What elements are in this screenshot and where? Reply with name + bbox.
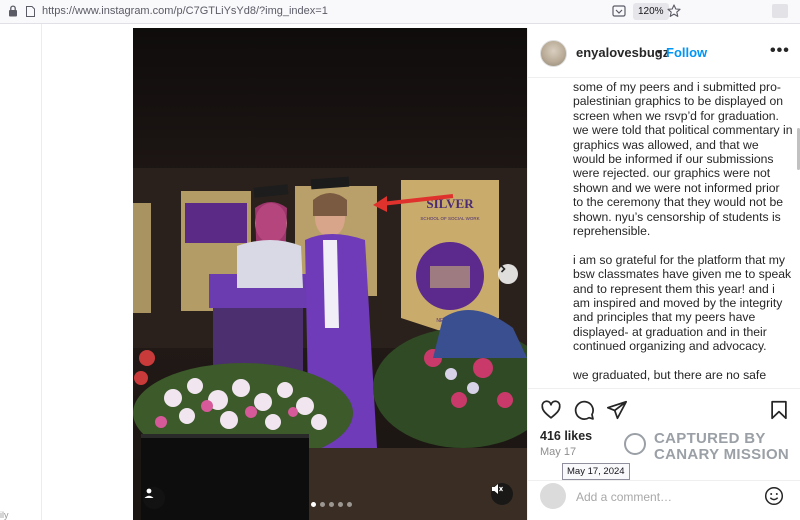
extension-icon[interactable]	[772, 4, 788, 18]
username-link[interactable]: enyalovesbugz	[576, 45, 669, 60]
watermark-line-1: CAPTURED BY	[654, 430, 766, 447]
canary-mission-watermark: CAPTURED BY CANARY MISSION	[624, 428, 794, 468]
slide-dot	[320, 502, 325, 507]
post-photo[interactable]: SILVER SCHOOL OF SOCIAL WORK NEW YORK	[133, 28, 527, 520]
slide-dot	[311, 502, 316, 507]
caption-paragraph: we graduated, but there are no safe	[573, 368, 767, 383]
edge-text: ily	[0, 510, 9, 520]
likes-count[interactable]: 416 likes	[540, 429, 592, 443]
banner-subtitle: SCHOOL OF SOCIAL WORK	[420, 216, 479, 221]
avatar[interactable]	[540, 40, 567, 67]
slide-indicator	[311, 502, 352, 507]
page-icon[interactable]	[26, 6, 35, 17]
mute-icon	[492, 484, 503, 494]
canary-logo-icon	[624, 433, 646, 455]
zoom-indicator[interactable]: 120%	[633, 3, 669, 20]
next-slide-button[interactable]	[498, 264, 518, 284]
slide-dot	[338, 502, 343, 507]
watermark-line-2: CANARY MISSION	[654, 446, 790, 463]
separator: •	[657, 44, 662, 59]
slide-dot	[329, 502, 334, 507]
comment-input[interactable]	[576, 488, 766, 506]
graduation-photo-image: SILVER SCHOOL OF SOCIAL WORK NEW YORK	[133, 28, 527, 520]
chevron-right-icon	[500, 265, 506, 273]
follow-button[interactable]: Follow	[666, 45, 707, 60]
date-tooltip: May 17, 2024	[562, 463, 630, 480]
post-sidebar: enyalovesbugz • Follow ••• some of my pe…	[527, 28, 800, 520]
caption-paragraph: some of my peers and i submitted pro-pal…	[573, 80, 793, 239]
browser-toolbar: https://www.instagram.com/p/C7GTLiYsYd8/…	[0, 0, 800, 24]
caption-paragraph: i am so grateful for the platform that m…	[573, 252, 792, 354]
comment-bar	[528, 480, 800, 520]
action-bar	[528, 388, 800, 424]
user-tag-button[interactable]	[143, 487, 165, 509]
slide-dot	[347, 502, 352, 507]
user-tag-icon	[144, 488, 154, 498]
share-icon[interactable]	[606, 399, 628, 421]
address-bar[interactable]: https://www.instagram.com/p/C7GTLiYsYd8/…	[42, 5, 328, 17]
more-options-button[interactable]: •••	[770, 42, 790, 60]
bookmark-icon[interactable]	[768, 399, 790, 421]
commenter-avatar	[540, 483, 566, 509]
post-header: enyalovesbugz • Follow •••	[528, 28, 800, 78]
post-caption: some of my peers and i submitted pro-pal…	[573, 80, 793, 388]
comment-icon[interactable]	[573, 399, 595, 421]
star-icon[interactable]	[667, 4, 681, 18]
post-date[interactable]: May 17	[540, 446, 576, 458]
lock-icon[interactable]	[8, 5, 18, 17]
mute-button[interactable]	[491, 483, 513, 505]
url-path: /p/C7GTLiYsYd8/?img_index=1	[173, 5, 328, 17]
emoji-icon[interactable]	[764, 486, 784, 506]
download-icon[interactable]	[612, 4, 626, 18]
left-sidebar-edge: ily	[0, 24, 42, 520]
url-domain: https://www.instagram.com	[42, 5, 174, 17]
heart-icon[interactable]	[540, 399, 562, 421]
